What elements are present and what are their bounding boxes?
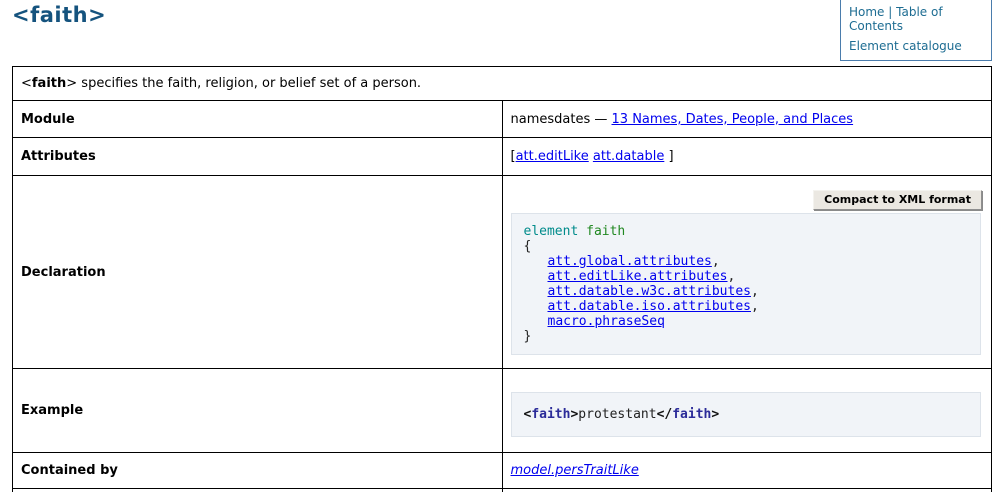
declaration-model-link[interactable]: att.global.attributes bbox=[548, 254, 712, 269]
declaration-links: att.global.attributes,att.editLike.attri… bbox=[524, 254, 969, 329]
declaration-element-line: element faith bbox=[524, 224, 969, 239]
page-title: <faith> bbox=[12, 3, 106, 27]
contained-by-row: Contained by model.persTraitLike bbox=[13, 453, 992, 489]
declaration-toolbar: Compact to XML format bbox=[511, 190, 983, 210]
cutoff-value-cell bbox=[502, 489, 992, 492]
desc-tag-name: faith bbox=[32, 76, 66, 91]
module-dash: — bbox=[594, 112, 607, 127]
example-row: Example <faith>protestant</faith> bbox=[13, 369, 992, 453]
attributes-close-bracket: ] bbox=[668, 149, 673, 164]
declaration-model-link[interactable]: macro.phraseSeq bbox=[548, 314, 665, 329]
cutoff-label-cell bbox=[13, 489, 503, 492]
declaration-model-link[interactable]: att.datable.w3c.attributes bbox=[548, 284, 752, 299]
attribute-class-link[interactable]: att.editLike bbox=[516, 149, 589, 164]
declaration-code-line: att.datable.w3c.attributes, bbox=[524, 284, 969, 299]
page: <faith> Home | Table of Contents Element… bbox=[0, 0, 996, 492]
cutoff-row bbox=[13, 489, 992, 492]
module-value: namesdates — 13 Names, Dates, People, an… bbox=[502, 101, 992, 138]
declaration-code-block: element faith { att.global.attributes,at… bbox=[511, 213, 982, 355]
contained-by-model-link[interactable]: model.persTraitLike bbox=[511, 463, 639, 478]
contained-by-label: Contained by bbox=[13, 453, 503, 489]
example-code-block: <faith>protestant</faith> bbox=[511, 392, 982, 437]
compact-to-xml-button[interactable]: Compact to XML format bbox=[813, 190, 982, 210]
desc-tag-open: < bbox=[21, 76, 32, 91]
example-open-tagname: faith bbox=[531, 407, 570, 422]
nav-row-primary: Home | Table of Contents bbox=[849, 5, 983, 33]
declaration-code-line: att.global.attributes, bbox=[524, 254, 969, 269]
declaration-code-line: att.datable.iso.attributes, bbox=[524, 299, 969, 314]
declaration-close-brace: } bbox=[524, 329, 969, 344]
declaration-open-brace: { bbox=[524, 239, 969, 254]
nav-box: Home | Table of Contents Element catalog… bbox=[840, 0, 992, 61]
example-value: <faith>protestant</faith> bbox=[502, 369, 992, 453]
nav-separator: | bbox=[888, 5, 892, 19]
attributes-links: att.editLike att.datable bbox=[516, 149, 669, 164]
nav-home-link[interactable]: Home bbox=[849, 5, 884, 19]
attributes-value: [att.editLike att.datable ] bbox=[502, 138, 992, 176]
example-content: protestant bbox=[578, 407, 656, 422]
nav-element-catalogue-link[interactable]: Element catalogue bbox=[849, 39, 962, 53]
declaration-element-name: faith bbox=[586, 224, 625, 239]
module-chapter-link[interactable]: 13 Names, Dates, People, and Places bbox=[612, 112, 854, 127]
contained-by-value: model.persTraitLike bbox=[502, 453, 992, 489]
element-spec-table: <faith> specifies the faith, religion, o… bbox=[12, 66, 992, 492]
attribute-class-link[interactable]: att.datable bbox=[593, 149, 664, 164]
declaration-model-link[interactable]: att.datable.iso.attributes bbox=[548, 299, 752, 314]
example-close-lt: </ bbox=[657, 407, 673, 422]
declaration-code-line: att.editLike.attributes, bbox=[524, 269, 969, 284]
declaration-row: Declaration Compact to XML format elemen… bbox=[13, 176, 992, 369]
example-label: Example bbox=[13, 369, 503, 453]
module-name: namesdates bbox=[511, 112, 591, 127]
module-row: Module namesdates — 13 Names, Dates, Peo… bbox=[13, 101, 992, 138]
nav-row-secondary: Element catalogue bbox=[849, 39, 983, 53]
module-label: Module bbox=[13, 101, 503, 138]
example-close-gt: > bbox=[711, 407, 719, 422]
example-close-tagname: faith bbox=[672, 407, 711, 422]
declaration-keyword: element bbox=[524, 224, 579, 239]
declaration-code-line: macro.phraseSeq bbox=[524, 314, 969, 329]
declaration-value: Compact to XML format element faith { at… bbox=[502, 176, 992, 369]
desc-tag-close: > bbox=[66, 76, 77, 91]
declaration-model-link[interactable]: att.editLike.attributes bbox=[548, 269, 728, 284]
element-description: <faith> specifies the faith, religion, o… bbox=[13, 67, 992, 101]
declaration-label: Declaration bbox=[13, 176, 503, 369]
description-row: <faith> specifies the faith, religion, o… bbox=[13, 67, 992, 101]
attributes-label: Attributes bbox=[13, 138, 503, 176]
desc-text: specifies the faith, religion, or belief… bbox=[77, 76, 421, 91]
attributes-row: Attributes [att.editLike att.datable ] bbox=[13, 138, 992, 176]
